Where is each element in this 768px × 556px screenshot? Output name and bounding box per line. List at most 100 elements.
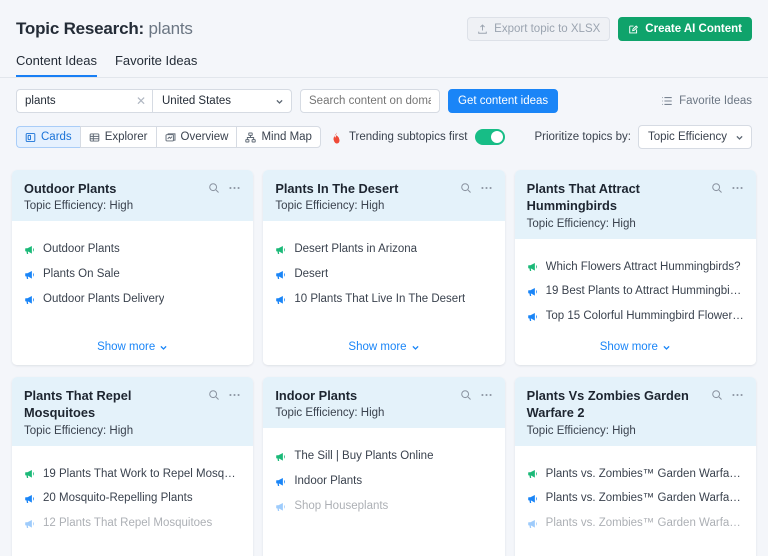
ellipsis-icon[interactable]	[228, 389, 241, 401]
magnifier-icon[interactable]	[460, 182, 472, 194]
topic-card-header: Plants That Repel Mosquitoes	[12, 377, 253, 446]
idea-text: Plants vs. Zombies™ Garden Warfare 2: D…	[546, 492, 744, 506]
ellipsis-icon[interactable]	[480, 389, 493, 401]
idea-item[interactable]: Which Flowers Attract Hummingbirds?	[527, 261, 744, 275]
keyword-input[interactable]: plants ✕	[16, 89, 152, 113]
view-mode-mind-map[interactable]: Mind Map	[236, 126, 321, 148]
topic-card[interactable]: Outdoor Plants	[12, 170, 253, 365]
topic-card[interactable]: Plants In The Desert	[263, 170, 504, 365]
idea-item[interactable]: Top 15 Colorful Hummingbird Flowers to …	[527, 310, 744, 324]
topic-card-body: Outdoor Plants Plants On Sale	[12, 221, 253, 365]
idea-text: Indoor Plants	[294, 475, 362, 489]
topic-card-title: Plants That Attract Hummingbirds	[527, 180, 711, 215]
idea-item[interactable]: Desert Plants in Arizona	[275, 243, 492, 257]
topic-card[interactable]: Plants That Repel Mosquitoes	[12, 377, 253, 556]
view-mode-cards[interactable]: Cards	[16, 126, 80, 148]
idea-item[interactable]: Indoor Plants	[275, 475, 492, 489]
megaphone-icon	[275, 451, 287, 463]
flame-icon	[331, 131, 343, 144]
view-mode-overview-label: Overview	[181, 131, 229, 143]
megaphone-icon	[527, 311, 539, 323]
tab-favorite-ideas[interactable]: Favorite Ideas	[115, 53, 197, 77]
idea-item[interactable]: Outdoor Plants Delivery	[24, 293, 241, 307]
domain-search-input[interactable]	[300, 89, 440, 113]
show-more-button[interactable]: Show more	[24, 341, 241, 365]
idea-item[interactable]: 10 Plants That Live In The Desert	[275, 293, 492, 307]
view-mode-cards-label: Cards	[41, 131, 72, 143]
show-more-label: Show more	[348, 341, 406, 353]
chevron-down-icon	[735, 133, 744, 142]
idea-item[interactable]: 19 Plants That Work to Repel Mosquitos i…	[24, 468, 241, 482]
idea-text: Plants vs. Zombies™ Garden Warfare 2	[546, 468, 744, 482]
compose-icon	[628, 24, 639, 35]
idea-text: Plants vs. Zombies™ Garden Warfare 2: S…	[546, 517, 744, 531]
megaphone-icon	[24, 518, 36, 530]
idea-text: Outdoor Plants	[43, 243, 120, 257]
megaphone-icon	[527, 493, 539, 505]
idea-item[interactable]: 12 Plants That Repel Mosquitoes	[24, 517, 241, 531]
idea-item[interactable]: Plants vs. Zombies™ Garden Warfare 2: S…	[527, 517, 744, 531]
megaphone-icon	[24, 468, 36, 480]
idea-text: Desert	[294, 268, 328, 282]
megaphone-icon	[275, 269, 287, 281]
topic-card[interactable]: Plants That Attract Hummingbirds	[515, 170, 756, 365]
idea-item[interactable]: Outdoor Plants	[24, 243, 241, 257]
idea-text: 20 Mosquito-Repelling Plants	[43, 492, 193, 506]
megaphone-icon	[275, 294, 287, 306]
get-content-ideas-button[interactable]: Get content ideas	[448, 89, 558, 113]
megaphone-icon	[527, 468, 539, 480]
prioritize-select-value: Topic Efficiency	[648, 131, 727, 143]
get-content-ideas-label: Get content ideas	[458, 95, 548, 107]
idea-item[interactable]: Desert	[275, 268, 492, 282]
topic-card[interactable]: Indoor Plants	[263, 377, 504, 556]
page-header: Topic Research: plants Export topic to X…	[0, 0, 768, 44]
country-select[interactable]: United States	[152, 89, 292, 113]
idea-item[interactable]: 20 Mosquito-Repelling Plants	[24, 492, 241, 506]
megaphone-icon	[24, 269, 36, 281]
favorite-ideas-button[interactable]: Favorite Ideas	[661, 95, 752, 107]
cards-icon	[25, 132, 36, 143]
topic-card-body: The Sill | Buy Plants Online Indoor Plan…	[263, 428, 504, 556]
magnifier-icon[interactable]	[711, 182, 723, 194]
idea-item[interactable]: Plants vs. Zombies™ Garden Warfare 2	[527, 468, 744, 482]
idea-item[interactable]: Shop Houseplants	[275, 500, 492, 514]
show-more-button[interactable]: Show more	[527, 341, 744, 365]
magnifier-icon[interactable]	[711, 389, 723, 401]
prioritize-select[interactable]: Topic Efficiency	[638, 125, 752, 149]
ellipsis-icon[interactable]	[480, 182, 493, 194]
magnifier-icon[interactable]	[208, 182, 220, 194]
idea-item[interactable]: The Sill | Buy Plants Online	[275, 450, 492, 464]
idea-text: Which Flowers Attract Hummingbirds?	[546, 261, 741, 275]
ellipsis-icon[interactable]	[228, 182, 241, 194]
view-mode-explorer[interactable]: Explorer	[80, 126, 156, 148]
idea-text: 19 Best Plants to Attract Hummingbirds t…	[546, 285, 744, 299]
view-mode-mind-map-label: Mind Map	[261, 131, 312, 143]
ellipsis-icon[interactable]	[731, 389, 744, 401]
topic-card-title: Plants Vs Zombies Garden Warfare 2	[527, 387, 711, 422]
idea-item[interactable]: Plants On Sale	[24, 268, 241, 282]
export-xlsx-button[interactable]: Export topic to XLSX	[467, 17, 610, 41]
tab-content-ideas[interactable]: Content Ideas	[16, 53, 97, 77]
create-ai-content-button[interactable]: Create AI Content	[618, 17, 752, 41]
topic-card-body: Plants vs. Zombies™ Garden Warfare 2 Pla…	[515, 446, 756, 556]
topic-card[interactable]: Plants Vs Zombies Garden Warfare 2	[515, 377, 756, 556]
topic-efficiency: Topic Efficiency: High	[275, 407, 492, 419]
magnifier-icon[interactable]	[460, 389, 472, 401]
idea-item[interactable]: Plants vs. Zombies™ Garden Warfare 2: D…	[527, 492, 744, 506]
idea-item[interactable]: 19 Best Plants to Attract Hummingbirds t…	[527, 285, 744, 299]
idea-text: 12 Plants That Repel Mosquitoes	[43, 517, 212, 531]
page-title: Topic Research: plants	[16, 19, 193, 39]
ellipsis-icon[interactable]	[731, 182, 744, 194]
idea-text: Plants On Sale	[43, 268, 120, 282]
keyword-input-value: plants	[25, 95, 56, 107]
export-xlsx-label: Export topic to XLSX	[494, 23, 600, 35]
topic-card-title: Plants That Repel Mosquitoes	[24, 387, 208, 422]
megaphone-icon	[527, 286, 539, 298]
search-row: plants ✕ United States Get content ideas	[16, 88, 752, 114]
show-more-button[interactable]: Show more	[275, 341, 492, 365]
magnifier-icon[interactable]	[208, 389, 220, 401]
close-icon[interactable]: ✕	[136, 95, 146, 107]
trending-subtopics-toggle[interactable]	[475, 129, 505, 145]
view-mode-overview[interactable]: Overview	[156, 126, 237, 148]
page-title-prefix: Topic Research:	[16, 19, 144, 38]
